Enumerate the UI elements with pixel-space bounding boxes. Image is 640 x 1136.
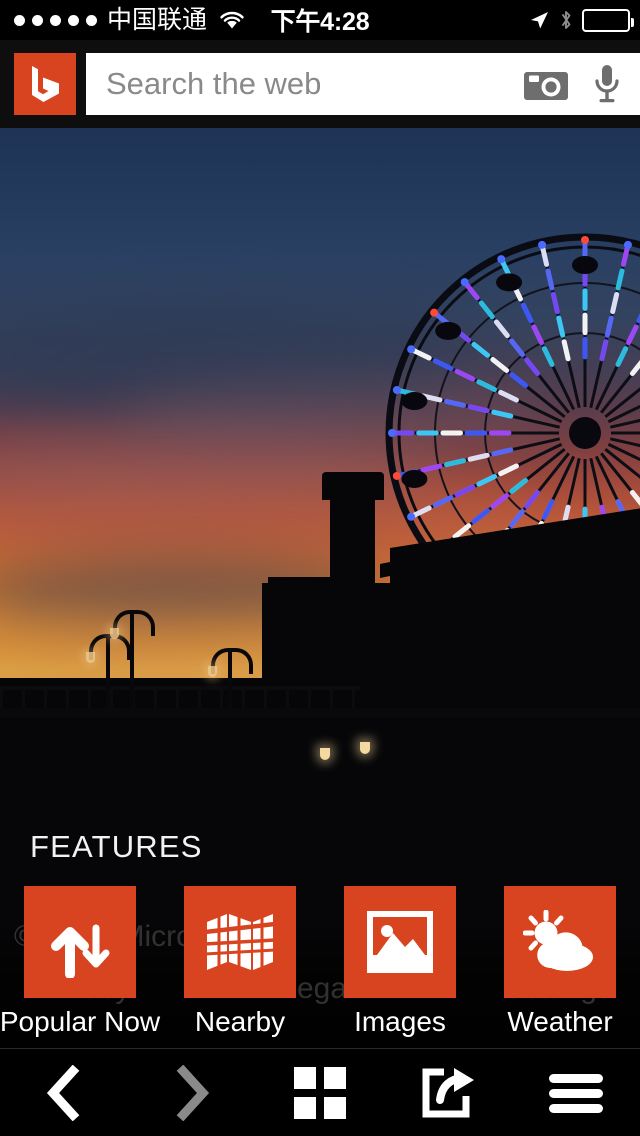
location-arrow-icon — [528, 9, 550, 31]
lamp-post — [86, 634, 131, 708]
bing-mobile-app: 中国联通 下午4:28 Search the web Microsoft Leg… — [0, 0, 640, 1136]
map-icon — [205, 910, 275, 974]
hanging-light — [360, 742, 370, 754]
lamp-post — [208, 648, 253, 708]
sun-cloud-icon — [523, 910, 597, 974]
popular-now-tile-button[interactable] — [24, 886, 136, 998]
grid-icon — [294, 1066, 346, 1119]
weather-tile-button[interactable] — [504, 886, 616, 998]
nearby-tile-button[interactable] — [184, 886, 296, 998]
hamburger-icon — [549, 1072, 603, 1114]
feature-tile-label: Popular Now — [0, 1006, 161, 1037]
bing-logo[interactable] — [14, 53, 76, 115]
pier-tower-cap — [322, 472, 384, 500]
back-button[interactable] — [0, 1049, 128, 1136]
chevron-right-icon — [170, 1064, 214, 1121]
status-bar-right — [528, 0, 634, 40]
pier-railing — [0, 686, 360, 708]
pier-deck — [0, 708, 640, 718]
feature-tile-popular-now[interactable]: Popular Now — [0, 886, 160, 1038]
share-icon — [420, 1066, 476, 1120]
camera-icon[interactable] — [518, 53, 574, 115]
menu-button[interactable] — [512, 1049, 640, 1136]
battery-icon — [582, 8, 634, 32]
feature-tile-label: Images — [354, 1006, 446, 1037]
pier-structure — [268, 577, 348, 593]
microphone-icon[interactable] — [574, 53, 640, 115]
search-bar: Search the web — [0, 40, 640, 128]
chevron-left-icon — [42, 1064, 86, 1121]
hanging-light — [320, 748, 330, 760]
feature-tile-images[interactable]: Images — [325, 886, 475, 1038]
bottom-toolbar — [0, 1048, 640, 1136]
status-bar: 中国联通 下午4:28 — [0, 0, 640, 40]
search-input[interactable]: Search the web — [86, 66, 518, 102]
tabs-button[interactable] — [256, 1049, 384, 1136]
features-tile-row: Popular Now Nearby Images Weather — [0, 886, 640, 1046]
share-button[interactable] — [384, 1049, 512, 1136]
feature-tile-label: Weather — [507, 1006, 613, 1037]
lamp-post — [110, 610, 155, 708]
feature-tile-nearby[interactable]: Nearby — [165, 886, 315, 1038]
trending-arrows-icon — [44, 906, 116, 978]
picture-icon — [367, 911, 433, 973]
bluetooth-icon — [559, 9, 573, 31]
features-heading: FEATURES — [30, 829, 203, 864]
search-input-container[interactable]: Search the web — [86, 53, 640, 115]
forward-button[interactable] — [128, 1049, 256, 1136]
images-tile-button[interactable] — [344, 886, 456, 998]
feature-tile-weather[interactable]: Weather — [485, 886, 635, 1038]
feature-tile-label: Nearby — [194, 1006, 286, 1037]
